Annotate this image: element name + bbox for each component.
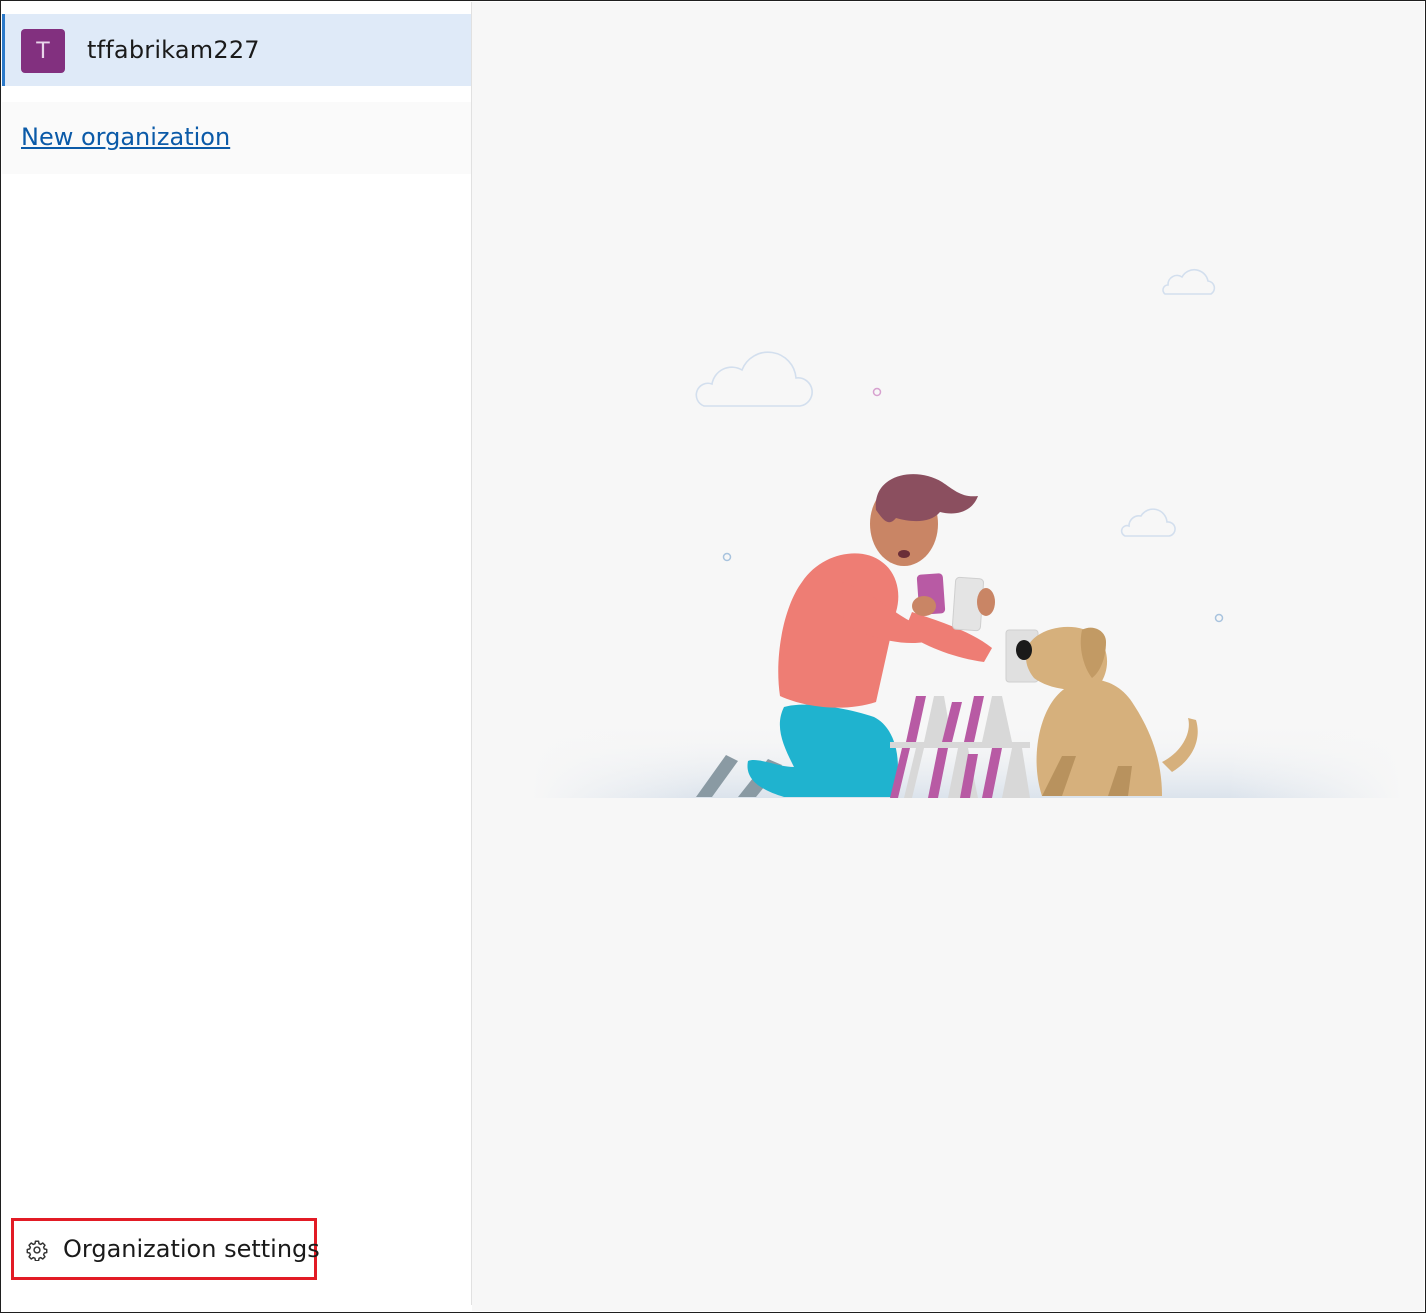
organizations-sidebar: T tffabrikam227 New organization Organiz…	[2, 2, 472, 1305]
card-house	[890, 696, 1030, 798]
new-organization-row: New organization	[2, 102, 471, 174]
organization-settings-label: Organization settings	[63, 1235, 320, 1263]
empty-state-illustration	[532, 268, 1402, 798]
main-content	[472, 2, 1424, 1311]
app-window: T tffabrikam227 New organization Organiz…	[0, 0, 1426, 1313]
org-item-tffabrikam227[interactable]: T tffabrikam227	[2, 14, 471, 86]
cloud-icon	[1162, 268, 1216, 295]
cloud-icon	[1120, 508, 1176, 537]
org-name: tffabrikam227	[87, 36, 260, 64]
gear-icon	[26, 1239, 48, 1262]
org-avatar: T	[21, 29, 65, 73]
organization-settings-button[interactable]: Organization settings	[11, 1218, 320, 1280]
cloud-icon	[695, 351, 813, 407]
new-organization-link[interactable]: New organization	[21, 123, 230, 151]
